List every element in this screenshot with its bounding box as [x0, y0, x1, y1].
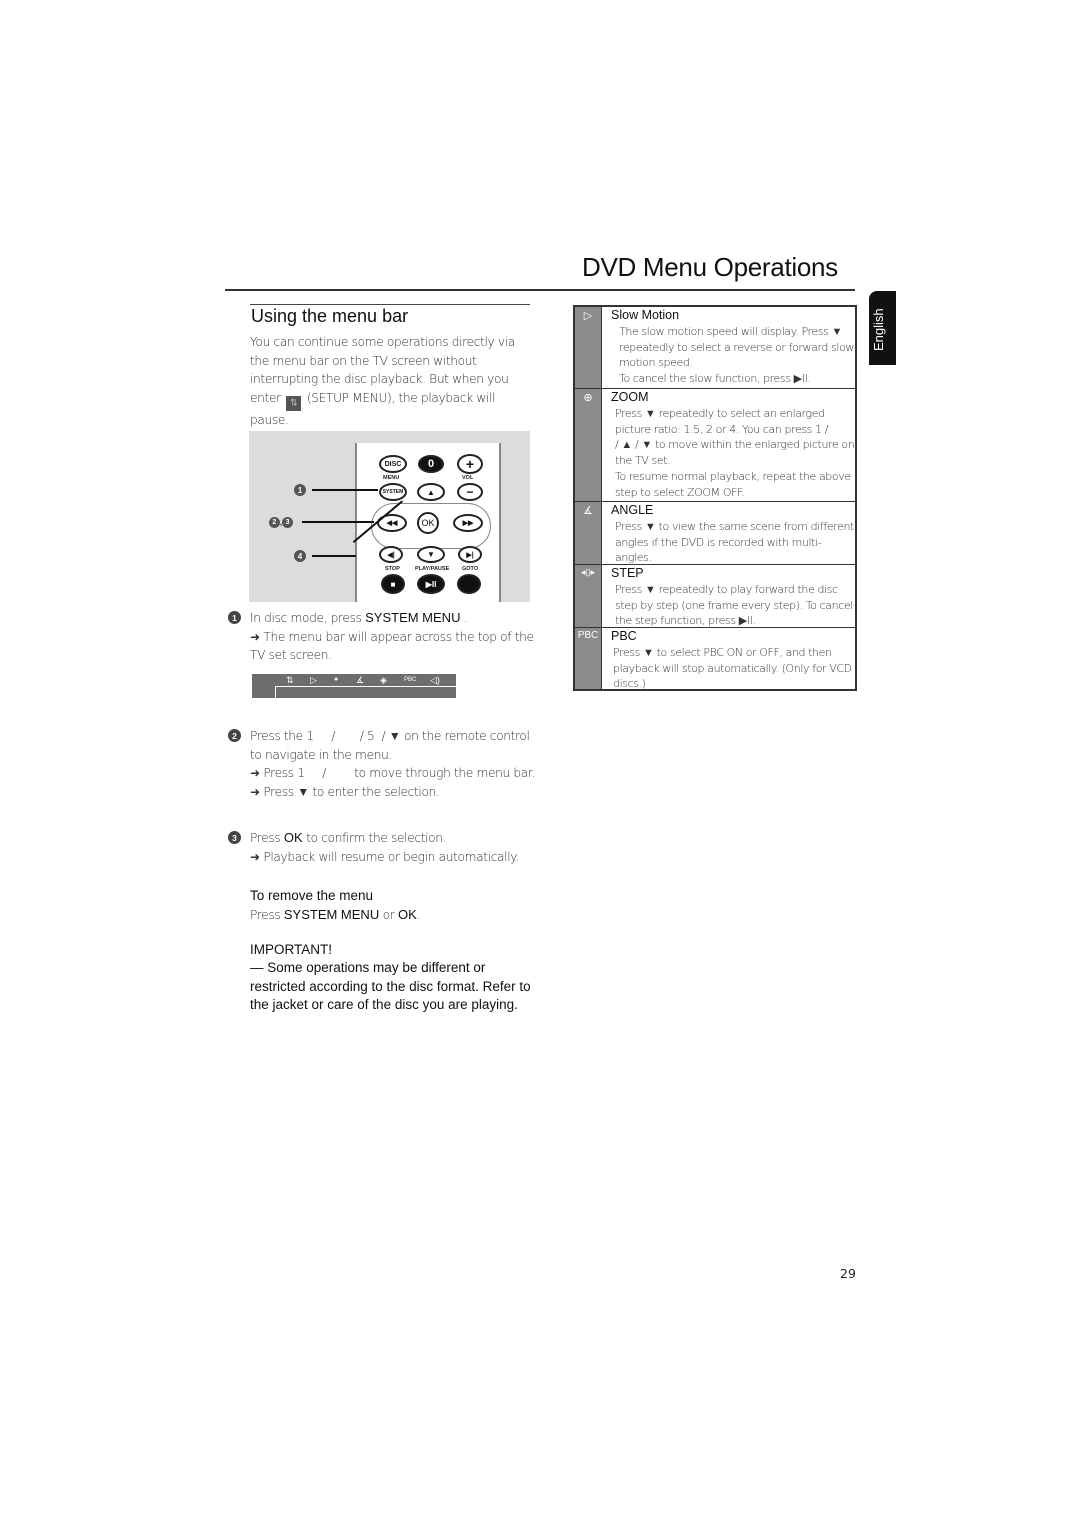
step-1-result: ➜ The menu bar will appear across the to… — [250, 629, 534, 663]
feature-row-angle: ∡ ANGLE Press ▼ to view the same scene f… — [575, 502, 855, 565]
setup-menu-icon: ⇅ — [286, 395, 302, 411]
remove-menu: To remove the menu Press SYSTEM MENU or … — [250, 888, 421, 922]
step-2: Press the 1 / / 5 / ▼ on the remote cont… — [250, 727, 535, 801]
remove-key-system-menu: SYSTEM MENU — [283, 907, 380, 922]
zoom-icon: ● — [334, 676, 339, 683]
vol-plus-button: + — [457, 454, 483, 474]
feature-body: The slow motion speed will display. Pres… — [619, 325, 854, 386]
next-button: ▶| — [458, 546, 482, 563]
step-1-key: SYSTEM MENU — [365, 610, 461, 625]
audio-icon: ◁) — [430, 675, 440, 685]
title-rule — [225, 289, 855, 291]
menu-label: MENU — [383, 475, 400, 481]
goto-button — [457, 574, 481, 594]
step-2-text: Press the 1 / / 5 / ▼ on the remote cont… — [250, 729, 534, 762]
callout-4: 4 — [294, 550, 306, 562]
step-icon: ◂▯▸ — [575, 565, 602, 627]
remove-key-ok: OK — [398, 907, 417, 922]
remove-or: or — [382, 908, 395, 922]
language-tab: English — [869, 291, 896, 365]
menu-bar-illustration: ⇅ ▷ ● ∡ ◈ PBC ◁) — [252, 674, 456, 698]
step-2-result-2: ➜ Press ▼ to enter the selection. — [250, 784, 440, 799]
goto-label: GOTO — [462, 566, 479, 572]
feature-table: ▷ Slow Motion The slow motion speed will… — [573, 305, 857, 691]
pbc-icon: PBC — [404, 677, 417, 683]
step-icon: ◈ — [380, 675, 387, 685]
section-title: Using the menu bar — [251, 306, 409, 326]
remove-menu-heading: To remove the menu — [250, 888, 374, 903]
feature-title: PBC — [611, 629, 637, 643]
remove-press: Press — [250, 908, 281, 922]
step-3: Press OK to confirm the selection. ➜ Pla… — [250, 829, 535, 866]
feature-body: Press ▼ repeatedly to play forward the d… — [615, 583, 853, 628]
page-title: DVD Menu Operations — [582, 252, 838, 282]
step-1-number: 1 — [228, 611, 241, 624]
feature-title: Slow Motion — [611, 308, 680, 322]
important-note: IMPORTANT! — Some operations may be diff… — [250, 941, 540, 1015]
vol-label: VOL — [462, 475, 474, 481]
callout-4-line — [312, 555, 356, 557]
important-text: — Some operations may be different or re… — [250, 960, 531, 1013]
callout-1: 1 — [294, 484, 306, 496]
feature-body: Press ▼ to view the same scene from diff… — [615, 520, 854, 565]
step-1-text: In disc mode, press — [250, 611, 362, 625]
feature-row-slow-motion: ▷ Slow Motion The slow motion speed will… — [575, 307, 855, 389]
down-button: ▼ — [417, 546, 445, 563]
disc-button: DISC — [379, 455, 407, 473]
intro-paragraph: You can continue some operations directl… — [250, 333, 530, 429]
stop-label: STOP — [385, 566, 400, 572]
feature-title: ZOOM — [611, 390, 649, 404]
feature-row-step: ◂▯▸ STEP Press ▼ repeatedly to play forw… — [575, 565, 855, 628]
step-3-suffix: to confirm the selection. — [306, 831, 447, 845]
callout-1-line — [312, 489, 378, 491]
step-1-suffix: . — [463, 611, 468, 625]
step-3-number: 3 — [228, 831, 241, 844]
prev-button: ◀| — [379, 546, 403, 563]
important-heading: IMPORTANT! — [250, 942, 333, 957]
feature-body: Press ▼ to select PBC ON or OFF, and the… — [613, 646, 852, 691]
step-2-result-1: ➜ Press 1 / to move through the menu bar… — [250, 766, 535, 780]
stop-button: ■ — [381, 574, 405, 594]
callout-2-3-line — [302, 521, 374, 523]
play-pause-button: ▶II — [417, 574, 445, 594]
step-2-number: 2 — [228, 729, 241, 742]
section-rule — [250, 304, 530, 305]
feature-body: Press ▼ repeatedly to select an enlarged… — [615, 407, 855, 499]
vol-minus-button: − — [457, 483, 483, 501]
angle-icon: ∡ — [575, 502, 602, 564]
page-number: 29 — [840, 1266, 856, 1281]
step-1: In disc mode, press SYSTEM MENU . ➜ The … — [250, 609, 535, 665]
play-pause-label: PLAY/PAUSE — [415, 566, 450, 572]
slow-motion-icon: ▷ — [310, 675, 317, 685]
setup-icon: ⇅ — [286, 675, 294, 685]
zero-button: 0 — [418, 455, 444, 473]
up-button: ▲ — [417, 483, 445, 501]
feature-title: ANGLE — [611, 503, 654, 517]
step-3-key: OK — [283, 830, 303, 845]
language-tab-label: English — [871, 308, 886, 351]
pbc-icon: PBC — [575, 628, 602, 689]
zoom-icon: ⊕ — [575, 389, 602, 501]
ok-button: OK — [417, 512, 439, 534]
step-3-text: Press — [250, 831, 281, 845]
feature-row-pbc: PBC PBC Press ▼ to select PBC ON or OFF,… — [575, 628, 855, 691]
callout-2-3: 2,3 — [268, 516, 294, 528]
angle-icon: ∡ — [356, 675, 365, 685]
system-button: SYSTEM — [379, 483, 407, 501]
feature-title: STEP — [611, 566, 644, 580]
step-3-result: ➜ Playback will resume or begin automati… — [250, 849, 519, 864]
forward-button: ▶▶ — [453, 514, 483, 532]
slow-motion-icon: ▷ — [575, 307, 602, 388]
feature-row-zoom: ⊕ ZOOM Press ▼ repeatedly to select an e… — [575, 389, 855, 502]
